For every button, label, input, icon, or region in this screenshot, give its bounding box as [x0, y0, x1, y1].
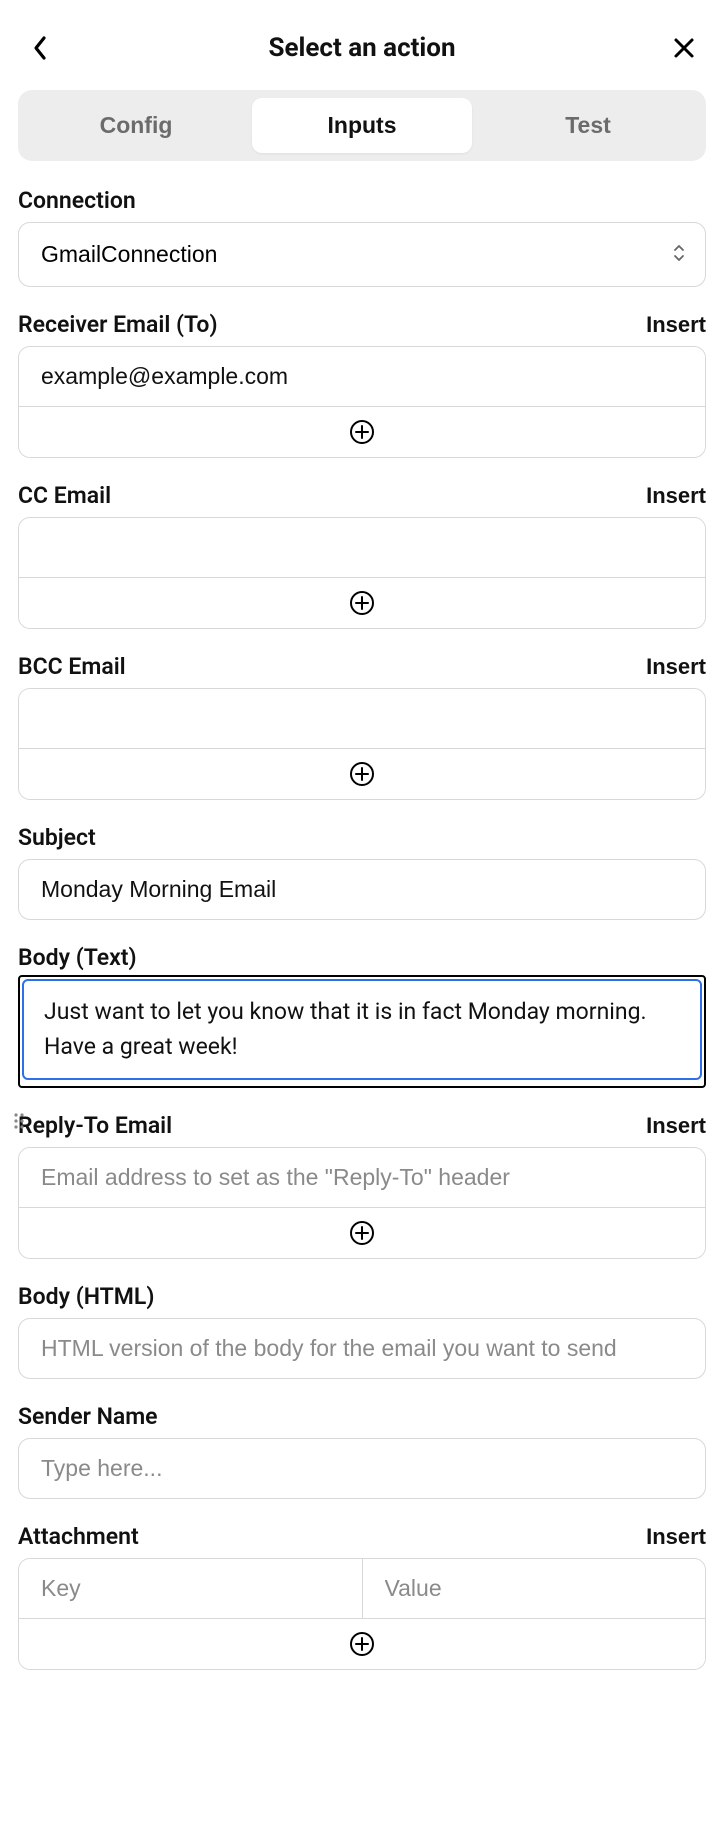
- tab-bar: Config Inputs Test: [18, 90, 706, 161]
- reply-to-insert-button[interactable]: Insert: [646, 1113, 706, 1139]
- close-button[interactable]: [668, 32, 700, 64]
- drag-handle-icon[interactable]: [14, 1112, 24, 1134]
- sender-name-input[interactable]: [18, 1438, 706, 1499]
- bcc-section: BCC Email Insert: [18, 653, 706, 800]
- sender-name-section: Sender Name: [18, 1403, 706, 1499]
- cc-input[interactable]: [19, 518, 705, 577]
- cc-insert-button[interactable]: Insert: [646, 483, 706, 509]
- body-text-textarea[interactable]: [22, 979, 702, 1080]
- attachment-value-input[interactable]: [363, 1559, 706, 1618]
- reply-to-input[interactable]: [19, 1148, 705, 1207]
- plus-circle-icon: [349, 1631, 375, 1657]
- reply-to-add-button[interactable]: [19, 1208, 705, 1258]
- plus-circle-icon: [349, 1220, 375, 1246]
- subject-input[interactable]: [18, 859, 706, 920]
- receiver-section: Receiver Email (To) Insert: [18, 311, 706, 458]
- subject-label: Subject: [18, 824, 96, 851]
- receiver-label: Receiver Email (To): [18, 311, 218, 338]
- bcc-add-button[interactable]: [19, 749, 705, 799]
- plus-circle-icon: [349, 590, 375, 616]
- body-html-input[interactable]: [18, 1318, 706, 1379]
- close-icon: [673, 37, 695, 59]
- connection-section: Connection GmailConnection: [18, 187, 706, 287]
- receiver-insert-button[interactable]: Insert: [646, 312, 706, 338]
- attachment-add-button[interactable]: [19, 1619, 705, 1669]
- attachment-label: Attachment: [18, 1523, 139, 1550]
- attachment-section: Attachment Insert: [18, 1523, 706, 1670]
- bcc-input[interactable]: [19, 689, 705, 748]
- select-caret-icon: [672, 243, 686, 267]
- chevron-left-icon: [32, 35, 48, 61]
- panel-title: Select an action: [56, 33, 668, 63]
- panel-header: Select an action: [18, 18, 706, 90]
- body-text-section: Body (Text): [18, 944, 706, 1088]
- cc-label: CC Email: [18, 482, 111, 509]
- body-text-label: Body (Text): [18, 944, 137, 971]
- receiver-add-button[interactable]: [19, 407, 705, 457]
- tab-inputs[interactable]: Inputs: [252, 98, 472, 153]
- bcc-insert-button[interactable]: Insert: [646, 654, 706, 680]
- cc-section: CC Email Insert: [18, 482, 706, 629]
- body-html-section: Body (HTML): [18, 1283, 706, 1379]
- bcc-label: BCC Email: [18, 653, 126, 680]
- reply-to-section: Reply-To Email Insert: [18, 1112, 706, 1259]
- connection-select[interactable]: GmailConnection: [18, 222, 706, 287]
- connection-label: Connection: [18, 187, 136, 214]
- attachment-key-input[interactable]: [19, 1559, 363, 1618]
- subject-section: Subject: [18, 824, 706, 920]
- back-button[interactable]: [24, 32, 56, 64]
- plus-circle-icon: [349, 761, 375, 787]
- cc-add-button[interactable]: [19, 578, 705, 628]
- plus-circle-icon: [349, 419, 375, 445]
- receiver-input[interactable]: [19, 347, 705, 406]
- body-html-label: Body (HTML): [18, 1283, 154, 1310]
- attachment-insert-button[interactable]: Insert: [646, 1524, 706, 1550]
- reply-to-label: Reply-To Email: [18, 1112, 172, 1139]
- sender-name-label: Sender Name: [18, 1403, 158, 1430]
- tab-config[interactable]: Config: [26, 98, 246, 153]
- tab-test[interactable]: Test: [478, 98, 698, 153]
